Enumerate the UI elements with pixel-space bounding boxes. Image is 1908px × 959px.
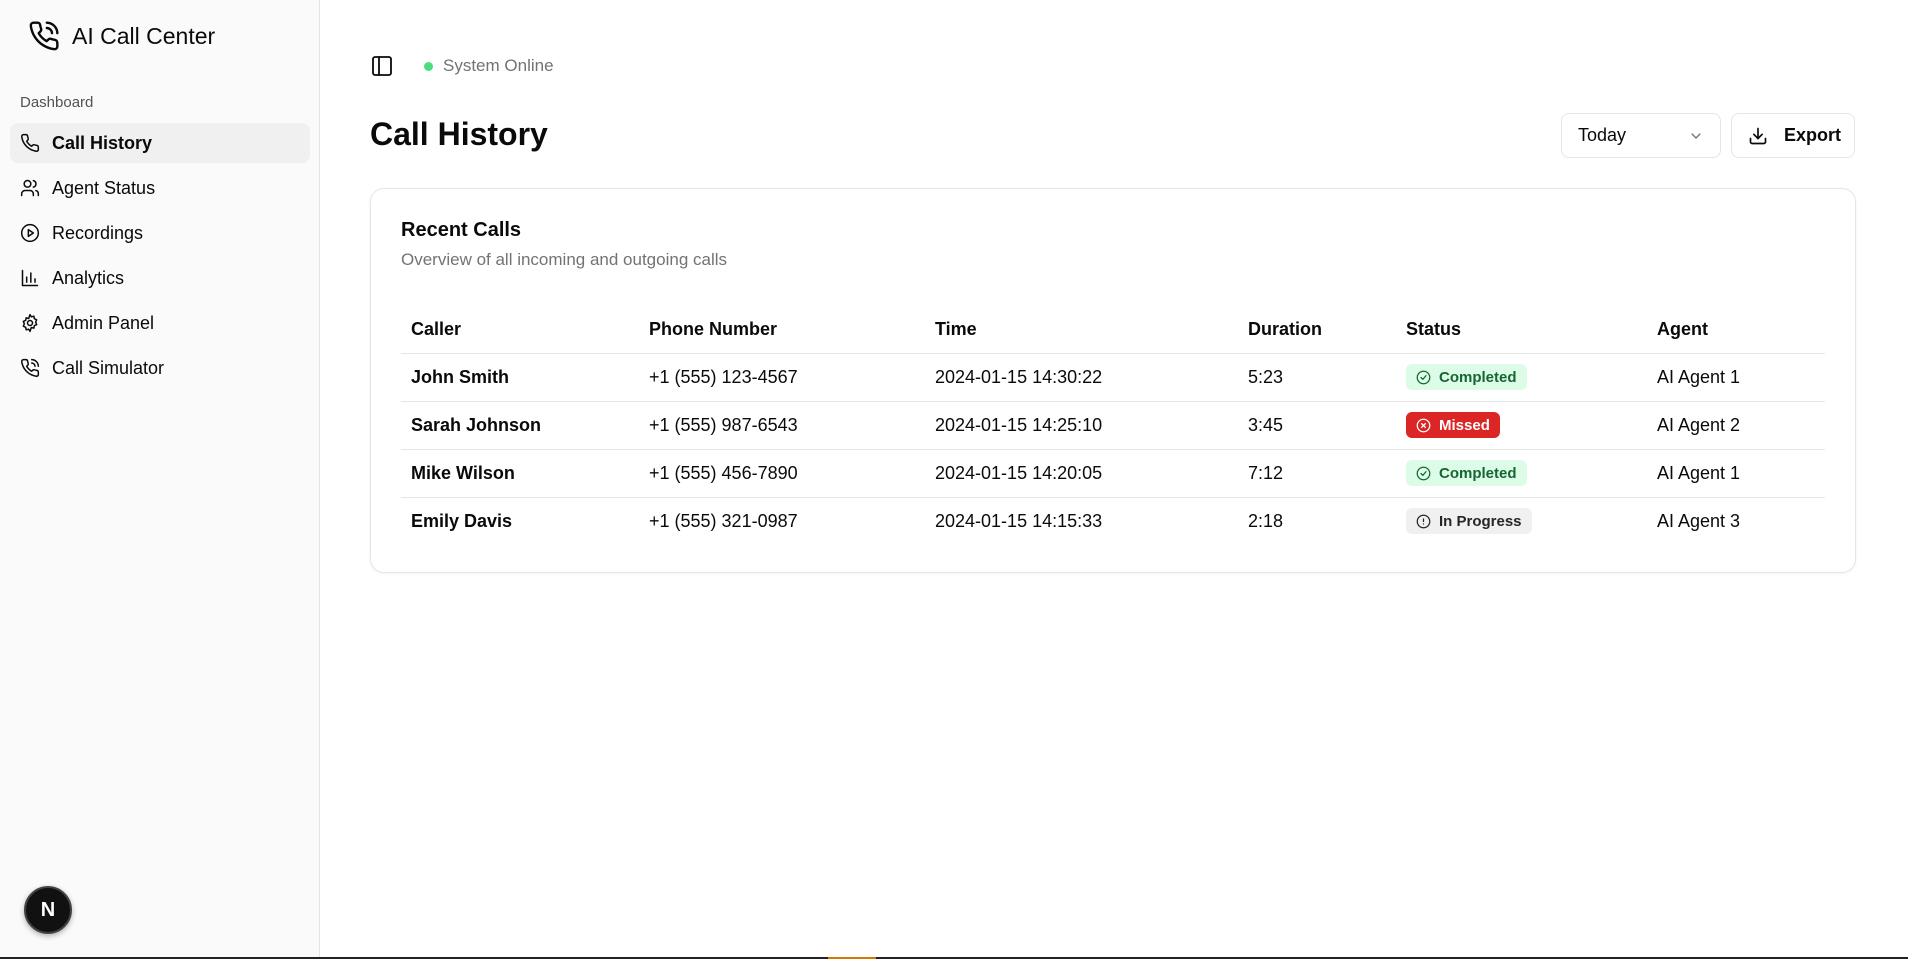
column-header-status[interactable]: Status — [1396, 307, 1647, 354]
status-text: System Online — [443, 56, 554, 75]
status-badge: Completed — [1406, 364, 1527, 390]
cell-caller: Sarah Johnson — [401, 401, 639, 450]
settings-icon — [22, 313, 38, 333]
sidebar-item-analytics[interactable]: Analytics — [10, 258, 310, 298]
cell-agent: AI Agent 2 — [1647, 401, 1825, 450]
table-row[interactable]: Sarah Johnson +1 (555) 987-6543 2024-01-… — [401, 401, 1825, 450]
cell-time: 2024-01-15 14:15:33 — [935, 510, 1103, 531]
status-badge-label: In Progress — [1439, 512, 1522, 530]
table-row[interactable]: John Smith +1 (555) 123-4567 2024-01-15 … — [401, 353, 1825, 402]
sidebar-nav: Call History Agent Status Recordings Ana… — [10, 123, 310, 393]
sidebar-item-call-history[interactable]: Call History — [10, 123, 310, 163]
cell-caller: Mike Wilson — [401, 449, 639, 498]
bar-chart-icon — [21, 269, 39, 287]
card-description: Overview of all incoming and outgoing ca… — [401, 250, 728, 269]
cell-duration: 3:45 — [1238, 401, 1396, 450]
export-button[interactable]: Export — [1731, 113, 1855, 158]
cell-phone: +1 (555) 987-6543 — [639, 401, 925, 450]
cell-time: 2024-01-15 14:25:10 — [925, 401, 1238, 450]
sidebar-item-label: Analytics — [52, 267, 125, 288]
table-row[interactable]: Mike Wilson +1 (555) 456-7890 2024-01-15… — [401, 449, 1825, 498]
check-circle-icon — [1416, 370, 1431, 384]
download-icon — [1749, 127, 1767, 144]
cell-agent: AI Agent 1 — [1647, 449, 1825, 498]
cell-status: In Progress — [1396, 497, 1647, 545]
sidebar: AI Call Center Dashboard Call History Ag… — [0, 0, 320, 957]
app-name: AI Call Center — [72, 22, 216, 49]
cell-duration: 7:12 — [1238, 449, 1396, 498]
phone-call-icon — [21, 358, 40, 377]
column-header-duration[interactable]: Duration — [1238, 307, 1396, 354]
recent-calls-card: Recent Calls Overview of all incoming an… — [370, 188, 1856, 573]
cell-agent: AI Agent 1 — [1647, 353, 1825, 402]
sidebar-item-recordings[interactable]: Recordings — [10, 213, 310, 253]
phone-icon — [21, 133, 40, 152]
date-filter-select[interactable]: Today — [1561, 113, 1721, 158]
phone-call-icon — [29, 21, 59, 51]
chevron-down-icon — [1691, 132, 1701, 139]
cell-agent: AI Agent 3 — [1657, 510, 1741, 531]
alert-circle-icon — [1416, 514, 1431, 529]
sidebar-toggle-icon[interactable] — [370, 54, 394, 78]
sidebar-item-admin-panel[interactable]: Admin Panel — [10, 303, 310, 343]
cell-time: 2024-01-15 14:30:22 — [925, 353, 1238, 402]
cell-caller: John Smith — [401, 353, 639, 402]
status-badge-label: Missed — [1439, 416, 1490, 434]
status-badge-label: Completed — [1439, 464, 1517, 482]
system-status: System Online — [424, 56, 554, 76]
sidebar-item-label: Agent Status — [52, 177, 156, 198]
brand[interactable]: AI Call Center — [28, 20, 215, 52]
card-title: Recent Calls — [401, 219, 522, 241]
status-badge: Completed — [1406, 460, 1527, 486]
cell-duration: 5:23 — [1238, 353, 1396, 402]
cell-status: Completed — [1396, 353, 1647, 402]
app-window: AI Call Center Dashboard Call History Ag… — [0, 0, 1908, 957]
cell-duration: 2:18 — [1248, 510, 1284, 531]
column-header-phone[interactable]: Phone Number — [639, 307, 925, 354]
main-content: System Online Call History Today Export … — [320, 0, 1908, 957]
cell-time: 2024-01-15 14:20:05 — [925, 449, 1238, 498]
next-dev-badge[interactable]: N — [24, 886, 72, 934]
table-header-row: Caller Phone Number Time Duration Status… — [401, 307, 1825, 354]
export-label: Export — [1784, 125, 1842, 145]
status-dot — [424, 61, 433, 71]
sidebar-item-label: Call Simulator — [52, 357, 165, 378]
status-badge: Missed — [1406, 412, 1500, 438]
cell-status: Completed — [1396, 449, 1647, 498]
cell-phone: +1 (555) 456-7890 — [639, 449, 925, 498]
play-circle-icon — [20, 223, 40, 243]
sidebar-item-call-simulator[interactable]: Call Simulator — [10, 348, 310, 388]
status-badge: In Progress — [1406, 508, 1532, 535]
sidebar-item-label: Recordings — [52, 222, 144, 243]
status-badge-label: Completed — [1439, 368, 1517, 386]
sidebar-item-label: Call History — [52, 132, 153, 153]
column-header-agent[interactable]: Agent — [1647, 307, 1825, 354]
cell-phone: +1 (555) 321-0987 — [649, 510, 798, 531]
x-circle-icon — [1416, 418, 1431, 432]
users-icon — [20, 179, 40, 197]
sidebar-item-label: Admin Panel — [52, 312, 155, 333]
sidebar-item-agent-status[interactable]: Agent Status — [10, 168, 310, 208]
date-filter-value: Today — [1578, 125, 1627, 145]
cell-phone: +1 (555) 123-4567 — [639, 353, 925, 402]
column-header-time[interactable]: Time — [925, 307, 1238, 354]
page-title: Call History — [370, 116, 548, 152]
check-circle-icon — [1416, 466, 1431, 480]
cell-status: Missed — [1396, 401, 1647, 450]
table-row[interactable]: Emily Davis +1 (555) 321-0987 2024-01-15… — [401, 497, 1825, 545]
calls-table: Caller Phone Number Time Duration Status… — [401, 307, 1825, 545]
column-header-caller[interactable]: Caller — [401, 307, 639, 354]
cell-caller: Emily Davis — [411, 510, 513, 531]
sidebar-group-label: Dashboard — [20, 94, 94, 111]
